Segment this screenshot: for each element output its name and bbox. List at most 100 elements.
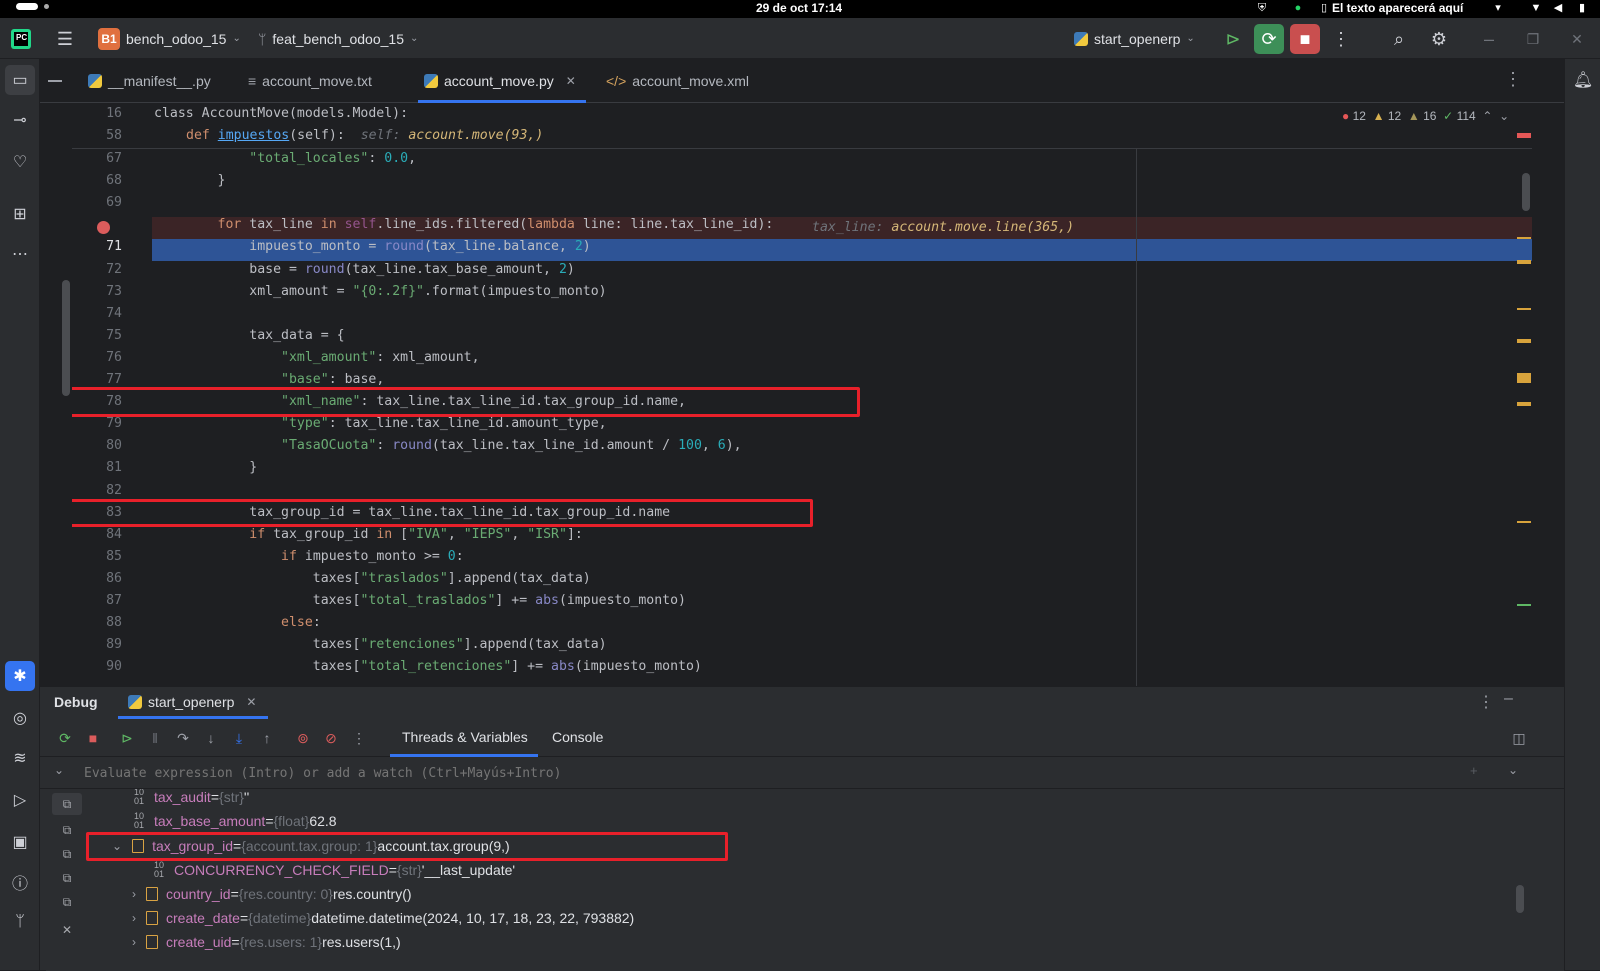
battery-icon[interactable]: ▮ [1576, 2, 1588, 14]
editor-scrollbar-thumb[interactable] [1522, 173, 1530, 211]
run-config-selector[interactable]: start_openerp ⌄ [1074, 18, 1195, 59]
close-frames-icon[interactable]: ✕ [52, 919, 82, 941]
volume-icon[interactable]: ◀ [1552, 2, 1564, 14]
step-out-icon[interactable]: ↑ [256, 727, 278, 749]
code-line[interactable]: else: [154, 615, 321, 630]
resume-program-icon[interactable]: ⊳ [116, 727, 138, 749]
close-window-button[interactable]: ✕ [1562, 24, 1592, 54]
close-session-icon[interactable]: ✕ [246, 695, 256, 709]
structure-icon[interactable]: ⊞ [5, 199, 35, 229]
chevron-right-icon[interactable]: › [132, 935, 136, 949]
more-tools-icon[interactable]: ⋯ [5, 239, 35, 269]
minimize-button[interactable]: – [1474, 24, 1504, 54]
code-line[interactable]: taxes["total_retenciones"] += abs(impues… [154, 659, 702, 674]
tab-options-icon[interactable]: ⋮ [1504, 69, 1522, 90]
commit-icon[interactable]: ⊸ [5, 105, 35, 135]
add-watch-icon[interactable]: + [1470, 763, 1478, 778]
warning-marker[interactable] [1517, 237, 1531, 239]
code-line[interactable]: taxes["retenciones"].append(tax_data) [154, 637, 607, 652]
ok-marker[interactable] [1517, 604, 1531, 606]
frame-icon[interactable]: ⧉ [52, 891, 82, 913]
variable-row[interactable]: › create_uid = {res.users: 1} res.users(… [132, 930, 401, 954]
shield-icon[interactable]: ⛨ [1256, 2, 1268, 14]
os-notify-text[interactable]: El texto aparecerá aquí [1332, 1, 1463, 15]
problems-icon[interactable]: ⓘ [5, 867, 35, 897]
code-line[interactable]: for tax_line in self.line_ids.filtered(l… [154, 217, 774, 232]
variable-row[interactable]: › create_date = {datetime} datetime.date… [132, 906, 634, 930]
code-line[interactable]: if impuesto_monto >= 0: [154, 549, 464, 564]
code-line[interactable]: "type": tax_line.tax_line_id.amount_type… [154, 416, 607, 431]
frame-icon[interactable]: ⧉ [52, 793, 82, 815]
warning-marker[interactable] [1517, 402, 1531, 406]
hide-panel-icon[interactable]: – [1504, 690, 1513, 708]
code-line[interactable]: xml_amount = "{0:.2f}".format(impuesto_m… [154, 284, 606, 299]
close-tab-icon[interactable]: ✕ [566, 74, 576, 88]
chevron-right-icon[interactable]: › [132, 887, 136, 901]
tab-threads-variables[interactable]: Threads & Variables [402, 729, 528, 745]
code-line[interactable]: tax_data = { [154, 328, 344, 343]
variable-row[interactable]: 10 01 tax_audit = {str} '' [134, 789, 249, 809]
code-line[interactable]: } [154, 460, 257, 475]
step-into-icon[interactable]: ↓ [200, 727, 222, 749]
tab-account-move-py[interactable]: account_move.py ✕ [418, 59, 586, 103]
branch-selector[interactable]: ᛘ feat_bench_odoo_15 ⌄ [258, 18, 418, 59]
frame-icon[interactable]: ⧉ [52, 867, 82, 889]
code-line[interactable]: if tax_group_id in ["IVA", "IEPS", "ISR"… [154, 527, 583, 542]
restore-button[interactable]: ❐ [1518, 24, 1548, 54]
inspection-widget[interactable]: ● 12 ▲ 12 ▲ 16 ✓ 114 ⌃ ⌄ [1342, 109, 1509, 123]
code-line[interactable]: "TasaOCuota": round(tax_line.tax_line_id… [154, 438, 742, 453]
chevron-down-icon[interactable]: ⌄ [1499, 109, 1509, 123]
chevron-down-icon[interactable]: ⌄ [1508, 763, 1518, 777]
more-vertical-icon[interactable]: ⋮ [1478, 692, 1494, 712]
caret-down-icon[interactable]: ▾ [1492, 2, 1504, 14]
code-line[interactable]: "total_locales": 0.0, [154, 151, 416, 166]
more-vertical-icon[interactable]: ⋮ [1326, 24, 1356, 54]
whatsapp-icon[interactable]: ● [1292, 2, 1304, 14]
os-clock[interactable]: 29 de oct 17:14 [756, 1, 842, 15]
warning-marker[interactable] [1517, 339, 1531, 343]
resume-icon[interactable]: ⊳ [1218, 24, 1248, 54]
evaluate-expression-input[interactable] [84, 761, 1464, 785]
warning-marker[interactable] [1517, 260, 1531, 264]
code-line[interactable]: taxes["total_traslados"] += abs(impuesto… [154, 593, 686, 608]
collapse-icon[interactable] [48, 80, 62, 82]
warning-marker[interactable] [1517, 308, 1531, 310]
tab-manifest[interactable]: __manifest__.py [88, 59, 211, 103]
debug-session-tab[interactable]: start_openerp ✕ [128, 694, 256, 710]
debug-icon[interactable]: ✱ [5, 661, 35, 691]
breakpoint-icon[interactable] [97, 221, 110, 234]
chevron-down-icon[interactable]: ⌄ [54, 763, 64, 777]
mute-breakpoints-icon[interactable]: ⊘ [320, 727, 342, 749]
git-icon[interactable]: ᛘ [5, 907, 35, 937]
frame-icon[interactable]: ⧉ [52, 819, 82, 841]
code-line[interactable]: taxes["traslados"].append(tax_data) [154, 571, 591, 586]
project-selector[interactable]: B1 bench_odoo_15 ⌄ [98, 18, 241, 59]
code-line[interactable]: "xml_amount": xml_amount, [154, 350, 480, 365]
warning-marker[interactable] [1517, 521, 1531, 523]
search-icon[interactable]: ⌕ [1384, 24, 1414, 54]
error-marker[interactable] [1517, 133, 1531, 138]
variables-scrollbar-thumb[interactable] [1516, 885, 1524, 913]
stop-icon[interactable]: ■ [82, 727, 104, 749]
code-line[interactable]: } [154, 173, 226, 188]
sticky-class-line[interactable]: class AccountMove(models.Model): [154, 106, 408, 121]
tab-account-move-xml[interactable]: </> account_move.xml [606, 59, 749, 103]
code-editor[interactable]: 16 class AccountMove(models.Model): 58 d… [72, 103, 1564, 686]
variable-row[interactable]: › country_id = {res.country: 0} res.coun… [132, 882, 412, 906]
sticky-def-line[interactable]: def impuestos(self): self: account.move(… [186, 128, 543, 143]
frame-icon[interactable]: ⧉ [52, 843, 82, 865]
layout-icon[interactable]: ◫ [1508, 727, 1530, 749]
variable-row[interactable]: 10 01 tax_base_amount = {float} 62.8 [134, 809, 337, 833]
gear-icon[interactable]: ⚙ [1424, 24, 1454, 54]
tab-account-move-txt[interactable]: ≡ account_move.txt [248, 59, 372, 103]
activities-indicator[interactable] [16, 3, 38, 10]
folder-icon[interactable]: ▭ [5, 65, 35, 95]
python-console-icon[interactable]: ◎ [5, 703, 35, 733]
code-line[interactable]: "base": base, [154, 372, 384, 387]
warning-marker[interactable] [1517, 373, 1531, 383]
rerun-debug-button[interactable]: ⟳ [1254, 24, 1284, 54]
chevron-up-icon[interactable]: ⌃ [1482, 109, 1492, 123]
rerun-icon[interactable]: ⟳ [54, 727, 76, 749]
variable-row[interactable]: 10 01 CONCURRENCY_CHECK_FIELD = {str} '__… [154, 858, 515, 882]
notifications-icon[interactable]: 🔔︎ [1568, 65, 1598, 95]
